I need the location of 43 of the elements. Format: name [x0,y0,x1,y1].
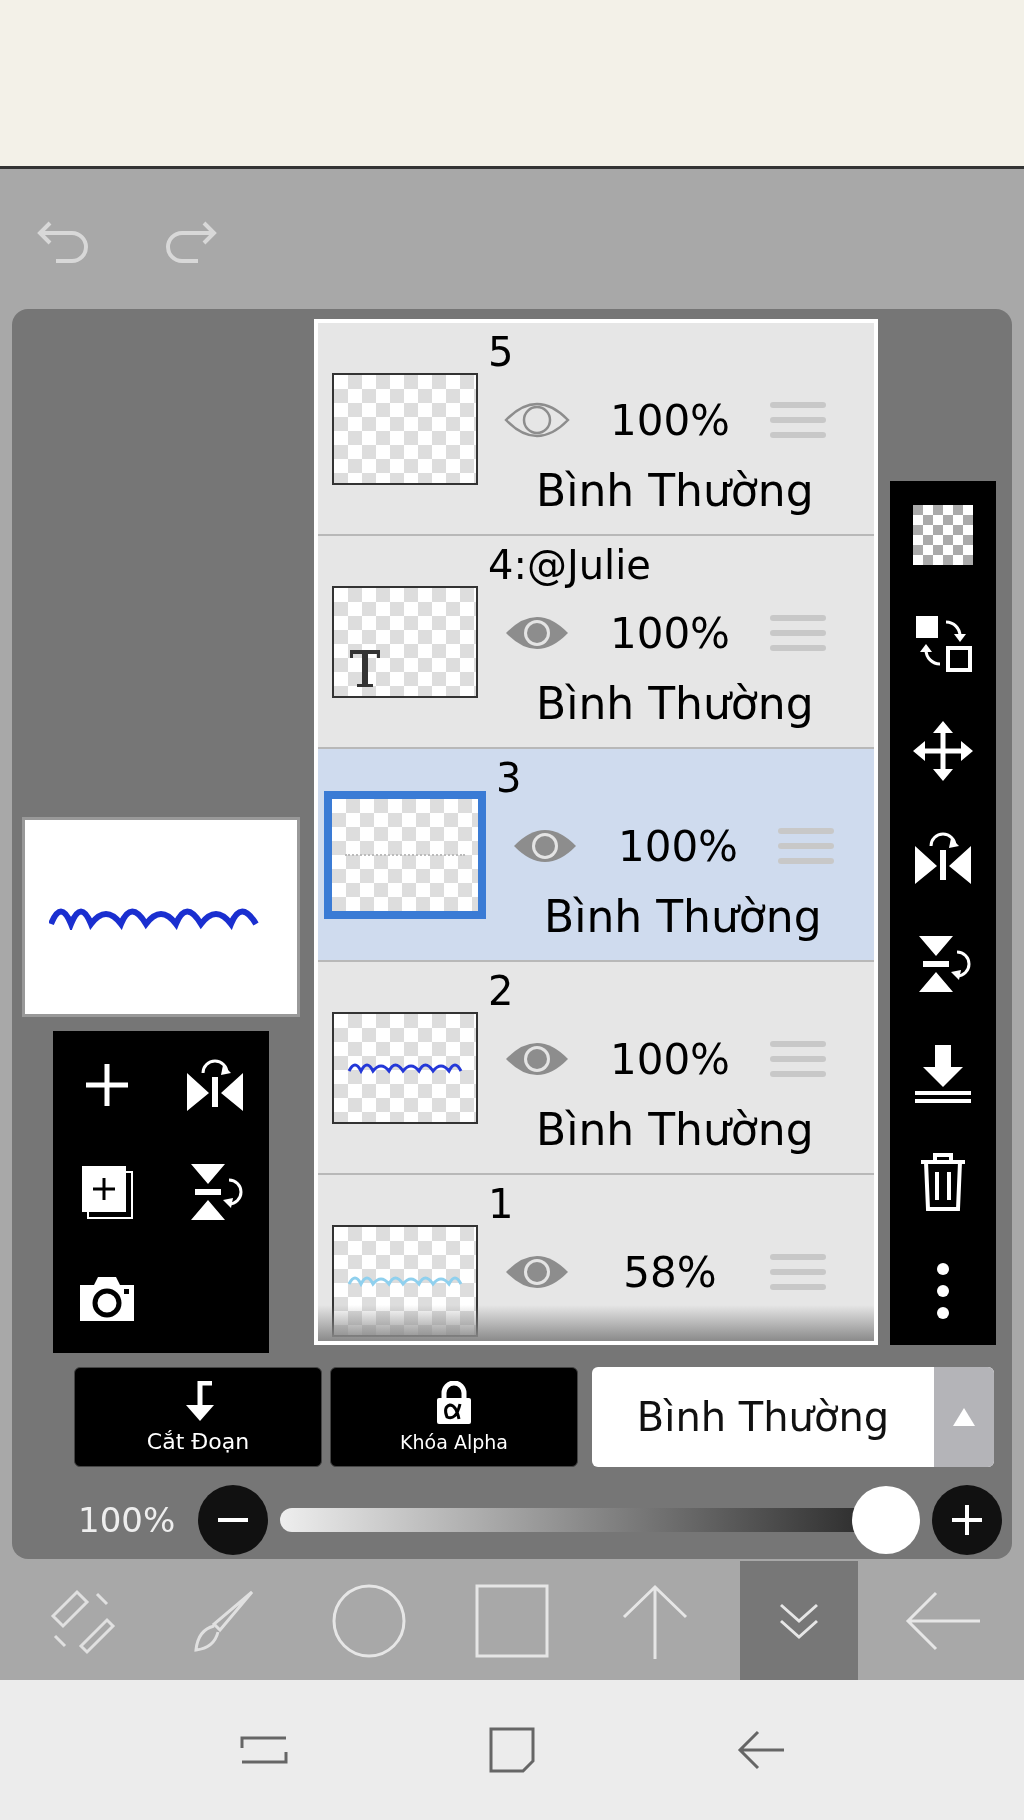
alpha-lock-button[interactable]: Khóa Alpha [330,1367,578,1467]
square-icon [473,1582,550,1659]
camera-icon[interactable] [78,1275,136,1323]
add-icon[interactable] [84,1061,130,1108]
clipping-button[interactable]: Cắt Đoạn [74,1367,322,1467]
layer-opacity: 100% [616,821,740,871]
merge-down-icon[interactable] [913,1043,973,1104]
layer-name: 5 [488,329,515,375]
home-icon[interactable] [489,1727,535,1773]
checkerboard-icon[interactable] [913,505,973,566]
layer-opacity: 100% [608,1034,732,1084]
layer-opacity: 58% [622,1247,718,1297]
blend-mode-label: Bình Thường [536,465,815,516]
back-icon[interactable] [735,1730,784,1770]
plus-icon [952,1505,982,1535]
blend-mode-label: Bình Thường [536,678,815,729]
add-layer-icon[interactable] [80,1163,134,1220]
blend-mode-dropdown[interactable]: Bình Thường [592,1367,994,1467]
swap-icon[interactable] [914,614,972,673]
layer-name: 4:@Julie [488,542,652,588]
circle-icon [330,1582,407,1659]
layer-opacity: 100% [608,608,732,658]
caret-up-icon [953,1408,975,1426]
layer-opacity: 100% [608,395,732,445]
minus-icon [218,1518,248,1522]
layer-row[interactable]: 5 100% Bình Thường [318,323,874,536]
layer-row[interactable]: 4:@Julie 100% Bình Thường [318,536,874,749]
left-arrow-icon [904,1590,981,1651]
opacity-slider[interactable] [280,1486,920,1554]
text-layer-icon [348,648,382,688]
blend-mode-label: Bình Thường [544,891,823,942]
layer-name: 2 [488,968,515,1014]
blend-mode-label: Bình Thường [536,1104,815,1155]
move-icon[interactable] [913,720,973,781]
alpha-lock-icon [434,1381,474,1425]
trash-icon[interactable] [919,1151,967,1212]
layer-name: 1 [488,1181,515,1227]
opacity-value: 100% [78,1500,177,1540]
layer-row[interactable]: 3 100% Bình Thường [318,749,874,962]
tool-button[interactable] [739,1561,858,1680]
layer-row[interactable]: 2 100% Bình Thường [318,962,874,1175]
layer-name: 3 [496,755,523,801]
more-icon[interactable] [935,1260,951,1321]
